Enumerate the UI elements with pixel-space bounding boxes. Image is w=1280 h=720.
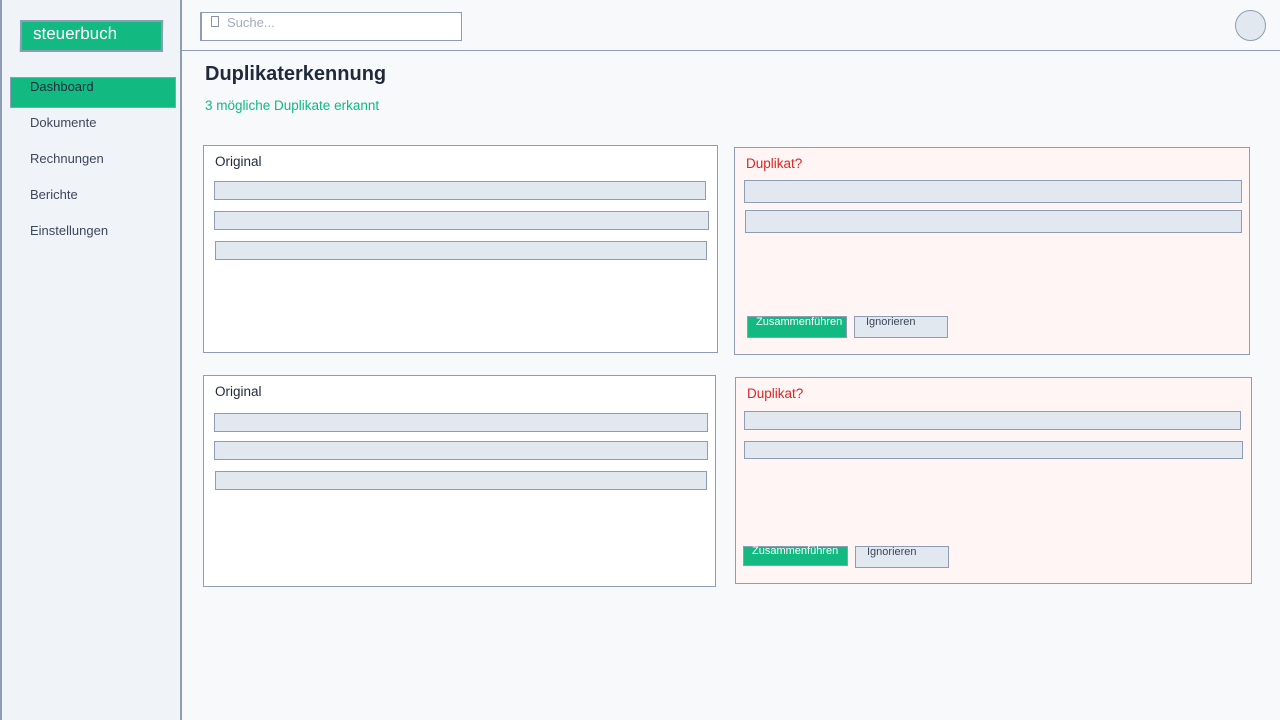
page-title: Duplikaterkennung — [205, 63, 387, 85]
app-root: steuerbuch Dashboard Dokumente Rechnunge… — [0, 0, 1280, 720]
sidebar-item-einstellungen[interactable]: Einstellungen — [2, 220, 184, 256]
merge-button-label: Zusammenführen — [756, 316, 843, 328]
merge-button-label: Zusammenführen — [752, 545, 839, 557]
card-title: Duplikat? — [746, 156, 803, 171]
placeholder-line — [744, 411, 1241, 430]
top-bar — [182, 0, 1280, 51]
sidebar-nav: Dashboard Dokumente Rechnungen Berichte … — [2, 76, 184, 256]
card-title: Original — [215, 384, 262, 399]
placeholder-line — [215, 241, 707, 260]
sidebar-item-berichte[interactable]: Berichte — [2, 184, 184, 220]
duplicate-count: 3 mögliche Duplikate erkannt — [205, 98, 380, 113]
ignore-button[interactable]: Ignorieren — [855, 546, 949, 568]
placeholder-line — [215, 471, 707, 490]
sidebar-item-label: Dokumente — [30, 115, 97, 130]
search-icon — [211, 16, 219, 27]
brand-logo[interactable]: steuerbuch — [19, 20, 164, 52]
duplicate-card: Duplikat? Zusammenführen Ignorieren — [735, 377, 1252, 584]
placeholder-line — [214, 441, 708, 460]
placeholder-line — [745, 210, 1242, 233]
sidebar-item-label: Einstellungen — [30, 223, 109, 238]
search-input[interactable] — [227, 13, 452, 31]
sidebar-item-label: Rechnungen — [30, 151, 104, 166]
placeholder-line — [744, 441, 1243, 459]
ignore-button[interactable]: Ignorieren — [854, 316, 948, 338]
sidebar-item-rechnungen[interactable]: Rechnungen — [2, 148, 184, 184]
user-avatar[interactable] — [1235, 10, 1266, 41]
merge-button[interactable]: Zusammenführen — [743, 545, 848, 566]
merge-button[interactable]: Zusammenführen — [747, 316, 847, 338]
sidebar-item-label: Dashboard — [30, 79, 94, 94]
sidebar-item-label: Berichte — [30, 187, 78, 202]
card-title: Original — [215, 154, 262, 169]
placeholder-line — [214, 413, 708, 432]
original-card: Original — [203, 145, 718, 353]
duplicate-card: Duplikat? Zusammenführen Ignorieren — [734, 147, 1250, 355]
placeholder-line — [214, 181, 706, 200]
card-title: Duplikat? — [747, 386, 804, 401]
original-card: Original — [203, 375, 716, 587]
sidebar-item-dashboard[interactable]: Dashboard — [2, 76, 184, 112]
placeholder-line — [744, 180, 1242, 203]
sidebar-item-dokumente[interactable]: Dokumente — [2, 112, 184, 148]
ignore-button-label: Ignorieren — [866, 316, 916, 328]
sidebar: steuerbuch Dashboard Dokumente Rechnunge… — [0, 0, 182, 720]
search-box[interactable] — [200, 12, 462, 41]
placeholder-line — [214, 211, 709, 230]
ignore-button-label: Ignorieren — [867, 546, 917, 558]
